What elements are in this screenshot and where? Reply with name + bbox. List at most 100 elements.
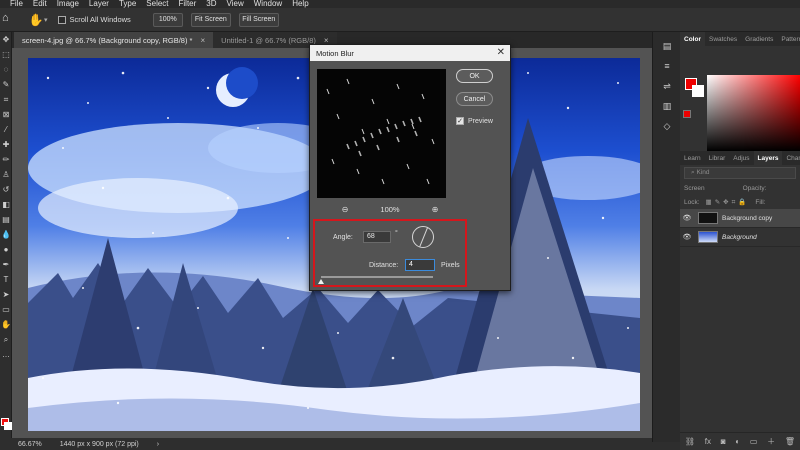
layer-style-icon[interactable]: fx	[705, 437, 711, 446]
brush-tool-icon[interactable]: ✏	[1, 155, 11, 165]
status-arrow-icon[interactable]: ›	[157, 441, 159, 448]
layer-row-background-copy[interactable]: 👁 Background copy	[680, 209, 800, 228]
gradient-tool-icon[interactable]: ▤	[1, 215, 11, 225]
angle-input[interactable]: 68	[363, 231, 391, 243]
layer-row-background[interactable]: 👁 Background	[680, 228, 800, 247]
lock-icons[interactable]: ▦✎✥⌗🔒	[706, 198, 750, 207]
blur-preview-image	[326, 78, 435, 185]
angle-dial-needle[interactable]	[419, 227, 428, 248]
frame-tool-icon[interactable]: ⊠	[1, 110, 11, 120]
healing-brush-tool-icon[interactable]: ✚	[1, 140, 11, 150]
opacity-label: Opacity:	[742, 184, 767, 192]
new-layer-icon[interactable]: ＋	[767, 436, 775, 447]
layers-footer: ⛓ fx ◙ ◐ ▭ ＋ 🗑	[680, 432, 800, 450]
rectangle-tool-icon[interactable]: ▭	[1, 305, 11, 315]
tab-swatches[interactable]: Swatches	[705, 32, 741, 46]
adjustment-layer-icon[interactable]: ◐	[735, 437, 740, 446]
panel-icon-strip: ▤ ≡ ⇌ ▥ ◇	[652, 32, 680, 442]
zoom-100-button[interactable]: 100%	[152, 12, 183, 27]
status-doc-info: 1440 px x 900 px (72 ppi)	[59, 440, 139, 448]
distance-slider-track[interactable]	[321, 276, 433, 278]
delete-layer-icon[interactable]: 🗑	[785, 437, 795, 446]
zoom-out-icon[interactable]: ⊖	[340, 205, 350, 214]
out-of-gamut-swatch[interactable]	[683, 110, 691, 118]
tab-color[interactable]: Color	[680, 32, 705, 46]
status-zoom[interactable]: 66.67%	[18, 441, 42, 448]
menu-window[interactable]: Window	[254, 0, 282, 8]
paths-icon[interactable]: ◇	[660, 120, 674, 132]
close-icon[interactable]: ✕	[497, 47, 505, 58]
layer-kind-filter[interactable]: ⌕ Kind	[684, 167, 796, 179]
hand-tool-icon[interactable]: ✋	[1, 320, 11, 330]
fit-screen-button[interactable]: Fit Screen	[190, 12, 231, 27]
menu-filter[interactable]: Filter	[179, 0, 197, 8]
path-selection-tool-icon[interactable]: ➤	[1, 290, 11, 300]
home-icon[interactable]: ⌂	[2, 12, 16, 26]
pen-tool-icon[interactable]: ✒	[1, 260, 11, 270]
quick-select-tool-icon[interactable]: ✎	[1, 80, 11, 90]
menu-file[interactable]: File	[10, 0, 23, 8]
blur-tool-icon[interactable]: 💧	[1, 230, 11, 240]
menu-select[interactable]: Select	[146, 0, 168, 8]
move-tool-icon[interactable]: ✥	[1, 35, 11, 45]
tool-dropdown-arrow-icon[interactable]: ▾	[44, 16, 48, 24]
tab-channels[interactable]: Chan	[782, 151, 800, 165]
menu-edit[interactable]: Edit	[33, 0, 47, 8]
background-color-swatch[interactable]	[692, 85, 704, 97]
menu-view[interactable]: View	[227, 0, 244, 8]
cancel-button[interactable]: Cancel	[456, 92, 493, 106]
tab-gradients[interactable]: Gradients	[741, 32, 777, 46]
angle-dial[interactable]	[412, 226, 434, 248]
zoom-in-icon[interactable]: ⊕	[430, 205, 440, 214]
zoom-tool-icon[interactable]: ⌕	[1, 335, 11, 345]
tab-learn[interactable]: Learn	[680, 151, 705, 165]
hand-tool-icon[interactable]: ✋	[28, 12, 44, 28]
eyedropper-tool-icon[interactable]: ⁄	[1, 125, 11, 135]
add-mask-icon[interactable]: ◙	[721, 437, 726, 446]
preview-checkbox[interactable]: ✓ Preview	[456, 117, 493, 125]
tab-adjustments[interactable]: Adjus	[729, 151, 753, 165]
tab-screen-4[interactable]: screen-4.jpg @ 66.7% (Background copy, R…	[14, 32, 214, 48]
dialog-title-bar[interactable]: Motion Blur ✕	[310, 45, 510, 61]
scroll-all-windows-checkbox[interactable]: Scroll All Windows	[57, 15, 131, 24]
kind-label: Kind	[696, 169, 710, 176]
menu-type[interactable]: Type	[119, 0, 136, 8]
visibility-eye-icon[interactable]: 👁	[680, 233, 694, 241]
ok-button[interactable]: OK	[456, 69, 493, 83]
new-group-icon[interactable]: ▭	[750, 437, 758, 446]
fill-screen-button[interactable]: Fill Screen	[238, 12, 279, 27]
crop-tool-icon[interactable]: ⌗	[1, 95, 11, 105]
menu-3d[interactable]: 3D	[206, 0, 216, 8]
history-icon[interactable]: ▤	[660, 40, 674, 52]
distance-slider-thumb[interactable]	[318, 279, 324, 284]
blend-mode-select[interactable]: Screen	[684, 185, 705, 192]
marquee-tool-icon[interactable]: ⬚	[1, 50, 11, 60]
libraries-icon[interactable]: ▥	[660, 100, 674, 112]
tab-libraries[interactable]: Librar	[705, 151, 730, 165]
more-tools-icon[interactable]: …	[1, 350, 11, 360]
color-picker-field[interactable]	[707, 75, 800, 151]
background-color-swatch[interactable]	[4, 422, 12, 430]
adjustments-icon[interactable]: ⇌	[660, 80, 674, 92]
layer-thumbnail	[698, 212, 718, 224]
menu-help[interactable]: Help	[292, 0, 308, 8]
checkmark-icon[interactable]: ✓	[456, 117, 464, 125]
lasso-tool-icon[interactable]: ◌	[1, 65, 11, 75]
dodge-tool-icon[interactable]: ●	[1, 245, 11, 255]
visibility-eye-icon[interactable]: 👁	[680, 214, 694, 222]
tab-layers[interactable]: Layers	[753, 151, 783, 165]
eraser-tool-icon[interactable]: ◧	[1, 200, 11, 210]
filter-preview[interactable]	[317, 69, 446, 198]
tab-patterns[interactable]: Patterns	[777, 32, 800, 46]
preview-zoom-value: 100%	[380, 204, 400, 214]
type-tool-icon[interactable]: T	[1, 275, 11, 285]
close-icon[interactable]: ×	[200, 36, 205, 45]
checkbox-box[interactable]	[57, 15, 66, 24]
properties-icon[interactable]: ≡	[660, 60, 674, 72]
clone-stamp-tool-icon[interactable]: ♙	[1, 170, 11, 180]
menu-layer[interactable]: Layer	[89, 0, 109, 8]
menu-image[interactable]: Image	[57, 0, 79, 8]
history-brush-tool-icon[interactable]: ↺	[1, 185, 11, 195]
distance-input[interactable]: 4	[405, 259, 435, 271]
link-layers-icon[interactable]: ⛓	[685, 437, 695, 446]
